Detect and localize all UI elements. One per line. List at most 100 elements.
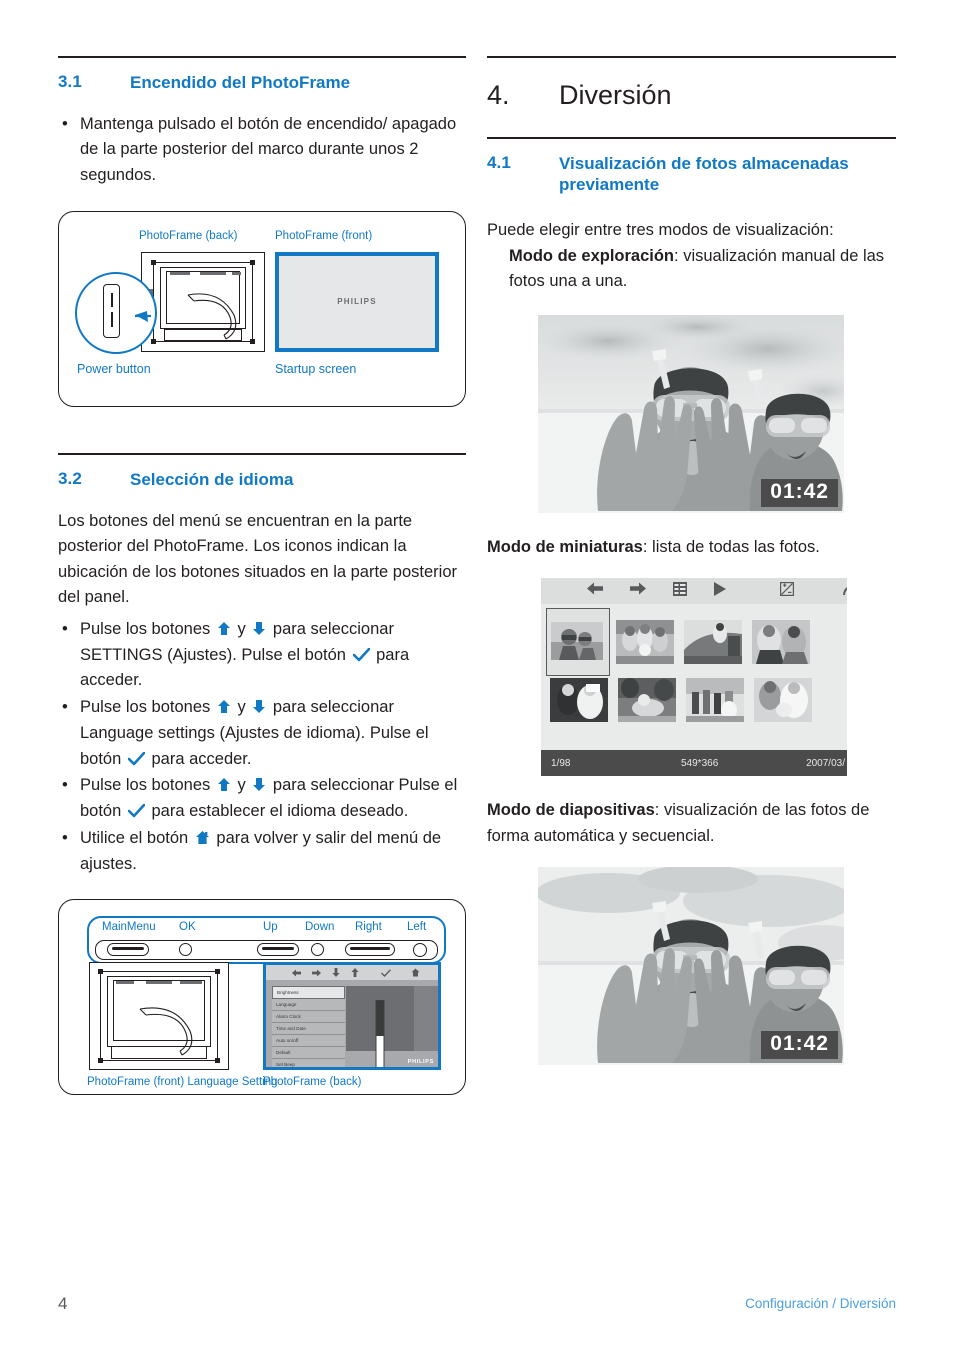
label-right: Right xyxy=(355,921,382,934)
thumbnail-image xyxy=(551,622,603,661)
figure2-label-front: PhotoFrame (front) Language Setting xyxy=(87,1076,278,1089)
startup-screen-illustration: PHILIPS xyxy=(275,251,439,352)
home-icon xyxy=(411,965,420,982)
device-back-illustration xyxy=(141,251,265,352)
mode2-label: Modo de miniaturas xyxy=(487,537,643,556)
page-footer: 4 Configuración / Diversión xyxy=(58,1294,896,1314)
menu-item-set-beep[interactable]: Set Beep xyxy=(272,1059,345,1068)
bullet-text: Pulse los botones xyxy=(80,619,211,638)
thumbnail-6[interactable] xyxy=(618,678,676,723)
intro-text: Puede elegir entre tres modos de visuali… xyxy=(487,221,834,239)
home-icon xyxy=(195,830,210,845)
mode1-label: Modo de exploración xyxy=(509,246,675,265)
heading-41: 4.1 Visualización de fotos almacenadas p… xyxy=(487,153,896,197)
figure1-label-front: PhotoFrame (front) xyxy=(275,229,373,242)
document-page: 3.1 Encendido del PhotoFrame • Mantenga p… xyxy=(0,0,954,1354)
figure2-label-back: PhotoFrame (back) xyxy=(263,1076,362,1089)
photo-slideshow-mode: 01:42 xyxy=(538,867,844,1066)
list-item: • Utilice el botón para volver y salir de… xyxy=(58,826,466,877)
menu-item-auto-on-off[interactable]: Auto on/off xyxy=(272,1035,345,1048)
bullet-dot: • xyxy=(62,698,68,717)
button-bar-illustration: MainMenu OK Up Down Right Left xyxy=(87,916,446,965)
heading-41-title: Visualización de fotos almacenadas previ… xyxy=(559,153,849,195)
thumbnail-selected-wrapper[interactable] xyxy=(546,608,610,677)
mode3-label: Modo de diapositivas xyxy=(487,801,655,820)
thumbnail-7[interactable] xyxy=(686,678,744,723)
label-down: Down xyxy=(305,921,335,934)
status-resolution: 549*366 xyxy=(681,757,719,769)
figure1-startup-label: Startup screen xyxy=(275,361,357,376)
check-icon xyxy=(381,965,392,982)
figure-power-button: PhotoFrame (back) PhotoFrame (front) Pow… xyxy=(58,210,466,407)
page-number: 4 xyxy=(58,1294,68,1313)
thumbnail-2[interactable] xyxy=(616,620,674,665)
heading-31-number: 3.1 xyxy=(58,72,82,91)
left-arrow-icon[interactable] xyxy=(587,582,603,600)
list-item: • Pulse los botones y para seleccionar Pu… xyxy=(58,773,466,824)
section-rule-31 xyxy=(58,56,466,58)
list-item: • Pulse los botones y para seleccionar La… xyxy=(58,695,466,772)
menu-item-time-and-date[interactable]: Time and Date xyxy=(272,1023,345,1036)
device-front-illustration xyxy=(89,962,229,1071)
right-column: 4. Diversión 4.1 Visualización de fotos … xyxy=(487,56,896,1066)
section-rule-32 xyxy=(58,452,466,455)
button-mainmenu[interactable] xyxy=(107,943,149,957)
thumbnail-5[interactable] xyxy=(550,678,608,723)
heading-32-title: Selección de idioma xyxy=(130,469,294,489)
thumbnail-4[interactable] xyxy=(752,620,810,665)
brightness-slider[interactable] xyxy=(375,1000,385,1068)
figure1-power-label: Power button xyxy=(77,361,151,376)
up-arrow-icon xyxy=(217,777,231,792)
play-icon[interactable] xyxy=(714,581,726,601)
status-index: 1/98 xyxy=(551,757,571,769)
figure-language-setting: MainMenu OK Up Down Right Left Brightnes… xyxy=(58,899,466,1096)
paragraph-mode3: Modo de diapositivas: visualización de l… xyxy=(487,798,896,849)
conjunction: y xyxy=(237,776,246,795)
button-right[interactable] xyxy=(345,943,395,957)
button-up[interactable] xyxy=(257,943,299,957)
bullets-32: • Pulse los botones y para seleccionar SE… xyxy=(58,617,466,877)
bullet-text-end: para establecer el idioma deseado. xyxy=(151,802,409,821)
right-arrow-icon[interactable] xyxy=(630,582,646,600)
conjunction: y xyxy=(237,698,246,717)
mode1-line: Modo de exploración: visualización manua… xyxy=(487,244,896,295)
menu-item-default[interactable]: Default xyxy=(272,1047,345,1060)
thumbnail-8[interactable] xyxy=(754,678,812,723)
left-arrow-icon xyxy=(292,965,301,982)
brightness-panel xyxy=(346,986,414,1068)
list-item: • Pulse los botones y para seleccionar SE… xyxy=(58,617,466,694)
up-arrow-icon xyxy=(217,699,231,714)
thumbnail-3[interactable] xyxy=(684,620,742,665)
thumbnail-toolbar xyxy=(541,578,847,605)
menu-item-language[interactable]: Language xyxy=(272,999,345,1012)
check-icon xyxy=(352,647,370,662)
bullet-dot: • xyxy=(62,114,68,133)
down-arrow-icon xyxy=(252,699,266,714)
footer-breadcrumb: Configuración / Diversión xyxy=(745,1296,896,1311)
heading-31-title: Encendido del PhotoFrame xyxy=(130,73,351,92)
bullet-text: Utilice el botón xyxy=(80,828,189,847)
left-column: 3.1 Encendido del PhotoFrame • Mantenga p… xyxy=(58,56,466,1096)
down-arrow-icon xyxy=(252,777,266,792)
settings-toolbar xyxy=(266,965,438,982)
paragraph-mode2: Modo de miniaturas: lista de todas las f… xyxy=(487,535,896,561)
conjunction: y xyxy=(237,619,246,638)
menu-item-brightness[interactable]: Brightness xyxy=(272,986,345,1000)
heading-31: 3.1 Encendido del PhotoFrame xyxy=(58,72,466,94)
philips-logo: PHILIPS xyxy=(337,297,377,307)
menu-item-alarm-clock[interactable]: Alarm Clock xyxy=(272,1011,345,1024)
bullet-text: Mantenga pulsado el botón de encendido/ … xyxy=(80,114,457,185)
chapter-number: 4. xyxy=(487,80,510,110)
back-arrow-icon[interactable] xyxy=(841,582,847,601)
settings-screen-illustration: Brightness Language Alarm Clock Time and… xyxy=(263,962,441,1071)
heading-32-number: 3.2 xyxy=(58,468,82,488)
brightness-icon[interactable] xyxy=(780,581,795,601)
status-date: 2007/03/ xyxy=(806,757,845,769)
grid-icon[interactable] xyxy=(673,581,687,601)
bullet-text: Pulse los botones xyxy=(80,698,211,717)
bullet-dot: • xyxy=(62,828,68,847)
chapter-title: Diversión xyxy=(559,80,672,110)
up-arrow-icon xyxy=(217,621,231,636)
thumbnail-grid xyxy=(541,604,847,750)
section-rule-41 xyxy=(487,137,896,139)
